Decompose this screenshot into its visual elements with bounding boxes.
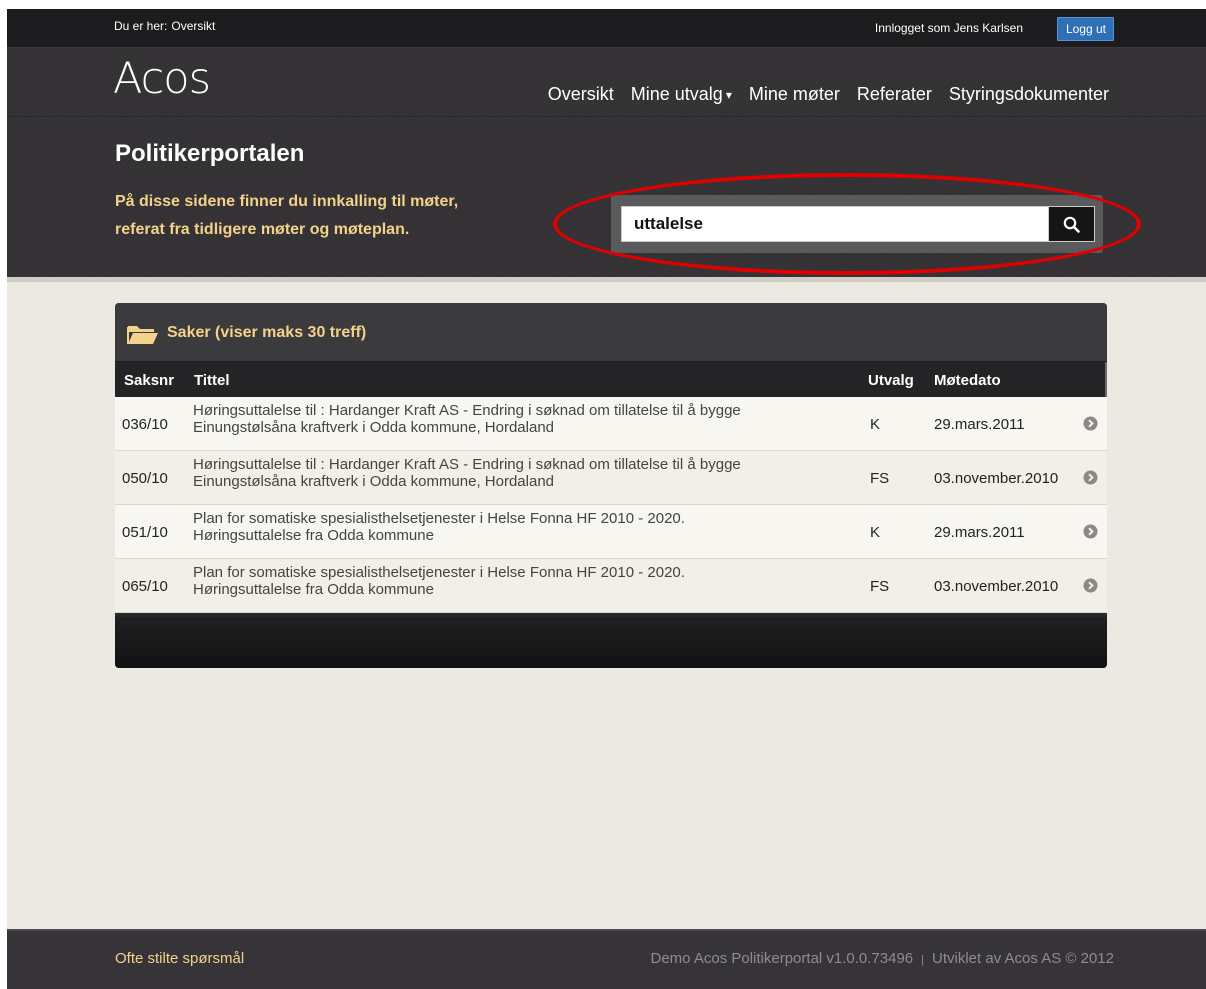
nav-mine-utvalg[interactable]: Mine utvalg ▾	[631, 84, 732, 105]
logged-in-user: Innlogget som Jens Karlsen	[874, 21, 1023, 35]
main-nav: Oversikt Mine utvalg ▾ Mine møter Referat…	[531, 84, 1109, 105]
column-header-tittel[interactable]: Tittel	[194, 372, 230, 389]
utvalg-cell: K	[870, 416, 881, 433]
chevron-down-icon: ▾	[725, 88, 732, 102]
page: Du er her: Oversikt Innlogget som Jens Ka…	[7, 9, 1206, 989]
nav-referater[interactable]: Referater	[857, 84, 932, 105]
table-row[interactable]: 036/10 Høringsuttalelse til : Hardanger …	[115, 397, 1107, 451]
faq-link[interactable]: Ofte stilte spørsmål	[115, 950, 244, 967]
intro-line-1: På disse sidene finner du innkalling til…	[115, 193, 459, 210]
arrow-right-circle-icon[interactable]	[1083, 578, 1098, 593]
breadcrumb: Du er her: Oversikt	[114, 19, 215, 33]
nav-styringsdokumenter[interactable]: Styringsdokumenter	[949, 84, 1109, 105]
nav-mine-utvalg-label: Mine utvalg	[630, 84, 723, 104]
search-box	[611, 195, 1103, 253]
saksnr-cell: 050/10	[122, 470, 168, 487]
utvalg-cell: K	[870, 524, 881, 541]
results-panel-footer	[115, 617, 1107, 668]
arrow-right-circle-icon[interactable]	[1083, 470, 1098, 485]
title-cell[interactable]: Plan for somatiske spesialisthelsetjenes…	[193, 510, 853, 544]
saksnr-cell: 065/10	[122, 578, 168, 595]
utvalg-cell: FS	[870, 578, 890, 595]
arrow-right-circle-icon[interactable]	[1083, 416, 1098, 431]
utvalg-cell: FS	[870, 470, 890, 487]
intro-text: På disse sidene finner du innkalling til…	[115, 188, 555, 244]
search-input[interactable]	[621, 206, 1049, 242]
header: Acos Oversikt Mine utvalg ▾ Mine møter Re…	[7, 48, 1206, 277]
breadcrumb-current[interactable]: Oversikt	[171, 19, 215, 33]
column-header-saksnr[interactable]: Saksnr	[124, 372, 174, 389]
footer-separator: |	[921, 954, 925, 966]
footer-credits: Demo Acos Politikerportal v1.0.0.73496 | U…	[651, 950, 1115, 967]
title-line-2: Høringsuttalelse fra Odda kommune	[193, 581, 434, 598]
motedato-cell: 03.november.2010	[934, 578, 1059, 595]
title-line-1: Plan for somatiske spesialisthelsetjenes…	[193, 564, 685, 581]
results-panel-header: Saker (viser maks 30 treff)	[115, 303, 1107, 362]
nav-mine-moter[interactable]: Mine møter	[749, 84, 840, 105]
results-panel: Saker (viser maks 30 treff) Saksnr Titte…	[115, 303, 1107, 668]
saksnr-cell: 051/10	[122, 524, 168, 541]
table-row[interactable]: 065/10 Plan for somatiske spesialisthels…	[115, 559, 1107, 613]
table-row[interactable]: 051/10 Plan for somatiske spesialisthels…	[115, 505, 1107, 559]
column-header-utvalg[interactable]: Utvalg	[868, 372, 914, 389]
title-line-2: Einungstølsåna kraftverk i Odda kommune,…	[193, 419, 555, 436]
title-line-2: Einungstølsåna kraftverk i Odda kommune,…	[193, 473, 555, 490]
title-line-1: Høringsuttalelse til : Hardanger Kraft A…	[193, 402, 741, 419]
search-icon	[1063, 216, 1080, 233]
title-line-1: Høringsuttalelse til : Hardanger Kraft A…	[193, 456, 741, 473]
folder-open-icon	[127, 326, 158, 344]
title-line-1: Plan for somatiske spesialisthelsetjenes…	[193, 510, 685, 527]
motedato-cell: 29.mars.2011	[934, 524, 1025, 541]
version-text: Demo Acos Politikerportal v1.0.0.73496	[650, 950, 914, 967]
page-title: Politikerportalen	[115, 140, 305, 167]
arrow-right-circle-icon[interactable]	[1083, 524, 1098, 539]
nav-oversikt[interactable]: Oversikt	[548, 84, 614, 105]
table-header-edge	[1105, 362, 1107, 397]
title-cell[interactable]: Høringsuttalelse til : Hardanger Kraft A…	[193, 456, 853, 490]
intro-line-2: referat fra tidligere møter og møteplan.	[115, 221, 410, 238]
breadcrumb-label: Du er her:	[114, 19, 168, 33]
header-bottom-border	[7, 277, 1206, 282]
top-utility-bar: Du er her: Oversikt Innlogget som Jens Ka…	[7, 9, 1206, 48]
results-title: Saker (viser maks 30 treff)	[167, 324, 367, 341]
motedato-cell: 29.mars.2011	[934, 416, 1025, 433]
results-table-header: Saksnr Tittel Utvalg Møtedato	[115, 362, 1107, 397]
saksnr-cell: 036/10	[122, 416, 168, 433]
motedato-cell: 03.november.2010	[934, 470, 1059, 487]
search-button[interactable]	[1049, 206, 1095, 242]
header-divider	[7, 116, 1206, 117]
title-cell[interactable]: Høringsuttalelse til : Hardanger Kraft A…	[193, 402, 853, 436]
acos-logo[interactable]: Acos	[113, 54, 211, 104]
table-row[interactable]: 050/10 Høringsuttalelse til : Hardanger …	[115, 451, 1107, 505]
logout-button[interactable]: Logg ut	[1056, 17, 1114, 41]
title-line-2: Høringsuttalelse fra Odda kommune	[193, 527, 434, 544]
title-cell[interactable]: Plan for somatiske spesialisthelsetjenes…	[193, 564, 853, 598]
footer: Ofte stilte spørsmål Demo Acos Politiker…	[7, 929, 1206, 989]
developer-text: Utviklet av Acos AS © 2012	[932, 950, 1114, 967]
column-header-motedato[interactable]: Møtedato	[934, 372, 1001, 389]
